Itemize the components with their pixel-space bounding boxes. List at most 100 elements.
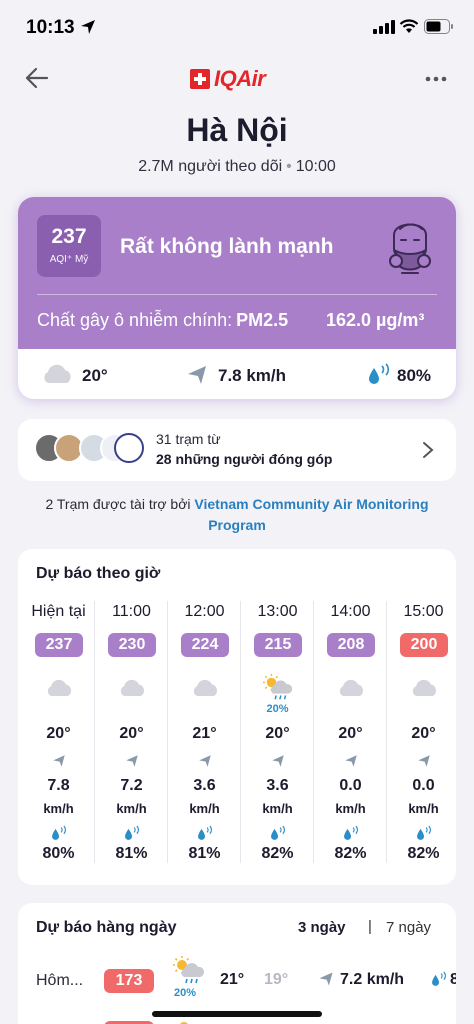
hour-label: 15:00 [403,603,444,620]
location-arrow-icon [81,20,95,34]
city-subtitle: 2.7M người theo dõi • 10:00 [0,158,474,176]
cloud-icon [117,677,147,704]
daily-row[interactable]: Hôm... 173 20% 21° 19° 7.2 km/h 8 [18,956,456,999]
day-high: 21° [220,971,245,988]
divider [37,294,437,295]
aqi-unit: AQI⁺ Mỹ [49,254,89,265]
brand-name: IQAir [214,66,266,91]
sponsor-note: 2 Trạm được tài trợ bởi Vietnam Communit… [18,494,456,536]
sponsor-link[interactable]: Vietnam Community Air Monitoring Program [194,496,428,533]
separator-dot: • [286,158,292,175]
humidity-icon [369,363,390,384]
contributor-avatars [34,433,144,465]
iqair-logo: IQAir [190,66,266,92]
hourly-column[interactable]: 11:00 230 20° 7.2 km/h 81% [95,599,168,869]
hour-label: 13:00 [257,603,298,620]
humidity-icon [123,824,141,847]
hour-temperature: 20° [46,725,71,742]
hourly-column[interactable]: 13:00 215 20% 20° 3.6 km/h 82% [241,599,314,869]
hour-label: 11:00 [112,603,151,620]
humidity-icon [196,824,214,847]
hour-wind-unit: km/h [43,801,74,816]
day-rain-chance: 20% [174,987,197,999]
hour-wind-unit: km/h [189,801,220,816]
hourly-column[interactable]: 12:00 224 21° 3.6 km/h 81% [168,599,241,869]
chevron-right-icon [423,442,434,458]
hour-aqi: 215 [254,633,302,657]
daily-title: Dự báo hàng ngày [36,919,177,936]
cellular-signal-icon [373,20,395,34]
stations-contributors[interactable]: 31 trạm từ 28 những người đóng góp [18,419,456,481]
wind-direction-icon [344,754,358,773]
wind-direction-icon [198,754,212,773]
humidity-icon [342,824,360,847]
sponsor-prefix: 2 Trạm được tài trợ bởi [45,496,191,512]
hour-wind-unit: km/h [116,801,147,816]
hour-wind-unit: km/h [262,801,293,816]
wifi-icon [399,19,419,33]
humidity-icon [415,824,433,847]
wind-direction-icon [319,972,333,986]
hour-temperature: 21° [192,725,217,742]
hour-humidity: 82% [407,845,440,862]
more-options-icon[interactable] [424,75,448,83]
hour-aqi: 230 [108,633,156,657]
aqi-status: Rất không lành mạnh [120,235,334,258]
current-weather: 20° 7.8 km/h 80% [18,349,456,399]
hour-wind-unit: km/h [335,801,366,816]
hour-temperature: 20° [411,725,436,742]
update-time: 10:00 [295,158,336,175]
aqi-badge: 237 AQI⁺ Mỹ [37,215,101,277]
hour-wind-speed: 7.2 [120,777,143,794]
current-temperature: 20° [82,366,108,385]
station-count: 31 trạm từ [156,431,221,447]
pollutant-concentration: 162.0 µg/m³ [326,310,425,330]
aqi-card[interactable]: 237 AQI⁺ Mỹ Rất không lành mạnh Chất gây… [18,197,456,399]
cloud-icon [44,677,74,704]
hour-wind-speed: 7.8 [47,777,70,794]
humidity-icon [269,824,287,847]
daily-forecast[interactable]: Dự báo hàng ngày 3 ngày | 7 ngày Hôm... … [18,903,456,1024]
tab-3-days[interactable]: 3 ngày [298,919,346,936]
hour-wind-speed: 3.6 [193,777,216,794]
sun-rain-icon [173,956,205,984]
hourly-column[interactable]: Hiện tại 237 20° 7.8 km/h 80% [22,599,95,869]
wind-direction-icon [271,754,285,773]
swiss-flag-icon [190,69,210,89]
battery-icon [424,19,453,34]
hourly-forecast[interactable]: Dự báo theo giờ Hiện tại 237 20° 7.8 km/h 80%… [18,549,456,885]
followers-count: 2.7M người theo dõi [138,158,283,175]
cloud-icon [336,677,366,704]
home-indicator[interactable] [152,1011,322,1017]
hourly-column[interactable]: 15:00 200 20° 0.0 km/h 82% [387,599,456,869]
hour-rain-chance: 20% [266,703,289,715]
hour-aqi: 237 [35,633,83,657]
back-arrow-icon[interactable] [24,66,50,90]
humidity-icon [50,824,68,847]
cloud-icon [190,677,220,704]
day-wind: 7.2 km/h [340,971,405,988]
aqi-value: 237 [51,225,87,248]
humidity-icon [432,971,446,986]
hourly-column[interactable]: 14:00 208 20° 0.0 km/h 82% [314,599,387,869]
hour-label: 12:00 [184,603,225,620]
hour-humidity: 80% [42,845,75,862]
day-aqi: 173 [104,969,154,993]
wind-direction-icon [125,754,139,773]
tab-7-days[interactable]: 7 ngày [386,919,431,936]
hour-wind-unit: km/h [408,801,439,816]
hour-humidity: 82% [261,845,294,862]
aqi-summary: 237 AQI⁺ Mỹ Rất không lành mạnh Chất gây… [18,197,456,349]
hour-humidity: 82% [334,845,367,862]
hour-humidity: 81% [115,845,148,862]
wind-direction-icon [52,754,66,773]
status-bar: 10:13 [0,0,474,56]
status-time: 10:13 [26,17,75,38]
hour-aqi: 208 [327,633,375,657]
hour-aqi: 224 [181,633,229,657]
hour-wind-speed: 3.6 [266,777,289,794]
day-label: Hôm... [36,972,84,989]
tab-separator: | [368,918,372,935]
hour-wind-speed: 0.0 [339,777,362,794]
hour-aqi: 200 [400,633,448,657]
